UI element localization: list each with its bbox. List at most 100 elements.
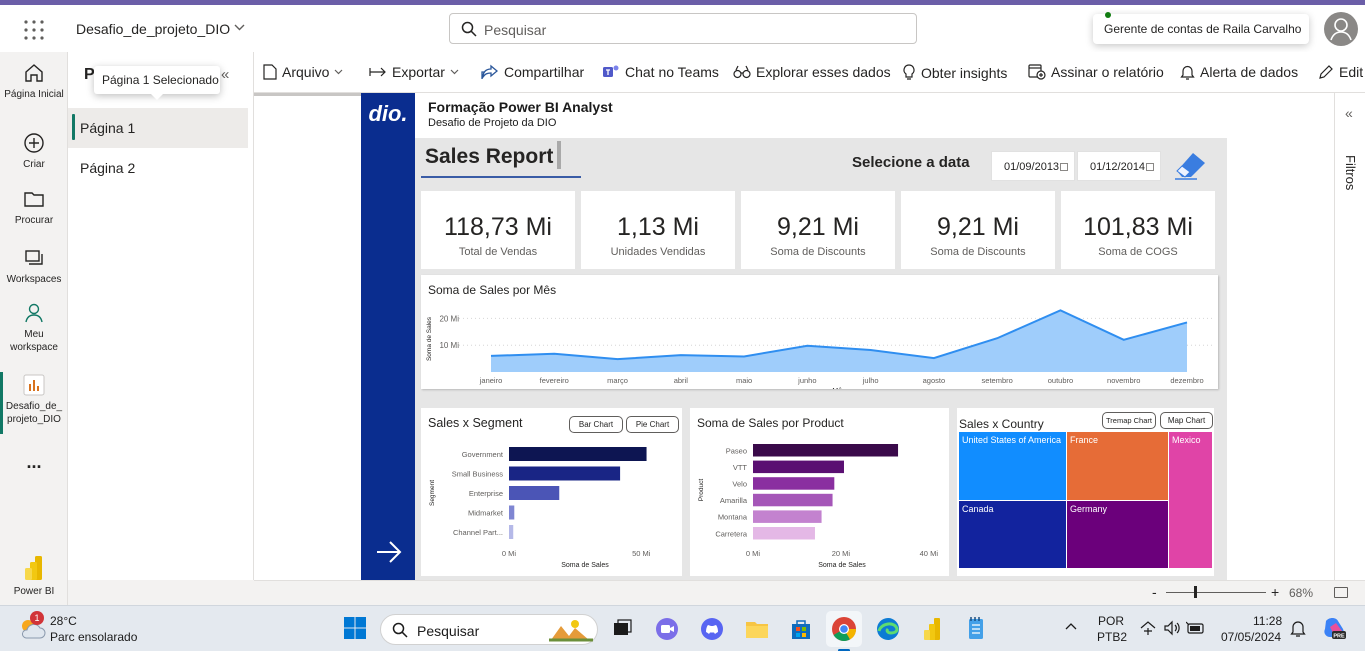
edge-icon[interactable] [873,614,903,644]
chevron-down-icon[interactable] [234,24,245,31]
task-view-icon[interactable] [607,614,637,644]
nav-home-label: Página Inicial [4,89,64,100]
country-chart[interactable]: Sales x Country Tremap Chart Map Chart U… [957,408,1214,576]
zoom-out-button[interactable]: - [1152,584,1157,600]
status-bar: - + 68% [254,580,1365,605]
kpi-value: 1,13 Mi [617,213,699,241]
volume-icon[interactable] [1163,620,1181,636]
nav-report-label: Desafio_de_ projeto_DIO [5,401,63,425]
treemap-tile[interactable]: Germany [1067,501,1168,568]
store-icon[interactable] [786,614,816,644]
title-underline [421,176,581,178]
treemap-tile[interactable]: United States of America [959,432,1066,500]
eraser-icon[interactable] [1173,147,1209,181]
bar-label: Midmarket [468,509,504,518]
language-indicator[interactable]: POR [1098,614,1124,628]
nav-powerbi[interactable]: Power BI [0,555,68,598]
nav-report[interactable]: Desafio_de_ projeto_DIO [0,374,68,426]
battery-icon[interactable] [1186,620,1206,636]
x-tick-label: julho [862,376,879,385]
kpi-card: 101,83 Mi Soma de COGS [1061,191,1215,269]
treemap-button[interactable]: Tremap Chart [1102,412,1156,429]
app-launcher-icon[interactable] [22,18,46,42]
taskbar-search[interactable]: Pesquisar [380,614,598,645]
search-box[interactable]: Pesquisar [449,13,917,44]
network-icon[interactable] [1139,620,1157,636]
weather-desc: Parc ensolarado [50,630,138,644]
toolbar-edit-label: Edit [1339,64,1364,80]
report-toolbar: Arquivo Exportar Compartilhar Chat no Te… [254,52,1365,93]
page-title: Sales Report [425,145,554,168]
toolbar-edit-button[interactable]: Edit [1318,64,1363,80]
treemap-tile[interactable]: Mexico [1169,432,1212,568]
keyboard-layout[interactable]: PTB2 [1097,630,1127,644]
toolbar-share-button[interactable]: Compartilhar [481,64,584,80]
copilot-icon[interactable]: PRE [1321,615,1347,641]
toolbar-subscribe-button[interactable]: Assinar o relatório [1028,64,1164,80]
toolbar-file-menu[interactable]: Arquivo [263,64,343,80]
bar-chart-button[interactable]: Bar Chart [569,416,623,433]
x-tick-label: 0 Mi [746,549,761,558]
map-chart-button[interactable]: Map Chart [1160,412,1213,429]
toolbar-export-menu[interactable]: Exportar [369,64,459,80]
file-explorer-icon[interactable] [742,614,772,644]
teams-meet-icon[interactable] [652,614,682,644]
treemap-tile[interactable]: France [1067,432,1168,500]
bar [753,510,822,523]
nav-my-workspace[interactable]: Meu workspace [0,302,68,354]
treemap-tile-label: Mexico [1172,435,1201,445]
taskbar-search-placeholder: Pesquisar [417,623,480,639]
arrow-right-icon[interactable] [375,538,403,566]
date-end-input[interactable]: 01/12/2014 [1077,151,1161,181]
treemap-tile[interactable]: Canada [959,501,1066,568]
y-axis-title: Soma de Sales [426,316,433,361]
monthly-sales-chart[interactable]: Soma de Sales por Mês 10 Mi 20 Mi janeiro f… [421,275,1218,389]
more-icon[interactable]: ... [0,453,68,471]
page-tab-2[interactable]: Página 2 [68,148,248,188]
discord-icon[interactable] [697,614,727,644]
nav-home[interactable]: Página Inicial [0,62,68,101]
workspace-name[interactable]: Desafio_de_projeto_DIO [76,21,230,37]
x-axis-title: Mês [832,388,846,389]
pencil-icon [1319,65,1333,79]
page-tab-1[interactable]: Página 1 [68,108,248,148]
kpi-label: Soma de Discounts [770,246,866,258]
powerbi-taskbar-icon[interactable] [918,614,948,644]
notification-bell-icon[interactable] [1290,620,1306,637]
account-tooltip-text: Gerente de contas de Raila Carvalho [1104,22,1302,36]
toolbar-explore-button[interactable]: Explorar esses dados [733,64,891,80]
nav-create-label: Criar [23,159,45,170]
nav-browse[interactable]: Procurar [0,188,68,227]
filters-pane[interactable]: « Filtros [1334,93,1365,580]
chart-title: Soma de Sales por Product [697,416,844,430]
fit-page-icon[interactable] [1334,587,1348,598]
toolbar-alert-button[interactable]: Alerta de dados [1180,64,1298,80]
nav-create[interactable]: Criar [0,132,68,171]
date-start-input[interactable]: 01/09/2013 [991,151,1075,181]
x-axis-title: Soma de Sales [818,562,866,569]
chevron-up-icon[interactable] [1064,621,1078,631]
avatar[interactable] [1324,12,1358,46]
toolbar-file-label: Arquivo [282,64,330,80]
chrome-icon[interactable] [826,611,862,647]
notepad-icon[interactable] [961,614,991,644]
bar-label: Velo [732,479,747,488]
product-chart[interactable]: Soma de Sales por Product Paseo VTT Velo Am… [690,408,949,576]
pie-chart-button[interactable]: Pie Chart [626,416,679,433]
zoom-slider-track[interactable] [1166,592,1266,593]
zoom-in-button[interactable]: + [1271,584,1279,600]
weather-badge: 1 [30,611,44,625]
nav-workspaces[interactable]: Workspaces [0,247,68,286]
toolbar-insights-button[interactable]: Obter insights [902,64,1007,81]
expand-filters-icon[interactable]: « [1345,105,1353,121]
windows-taskbar: 1 28°C Parc ensolarado Pesquisar POR PTB… [0,605,1365,651]
x-tick-label: agosto [923,376,946,385]
calendar-icon [1146,163,1154,171]
segment-chart[interactable]: Sales x Segment Bar Chart Pie Chart Gove… [421,408,682,576]
clock-time[interactable]: 11:28 [1253,614,1282,628]
windows-start-icon[interactable] [343,616,367,640]
toolbar-teams-button[interactable]: Chat no Teams [602,64,719,80]
zoom-slider-thumb[interactable] [1194,586,1197,598]
clock-date[interactable]: 07/05/2024 [1221,630,1281,644]
collapse-pane-icon[interactable]: « [221,66,229,83]
